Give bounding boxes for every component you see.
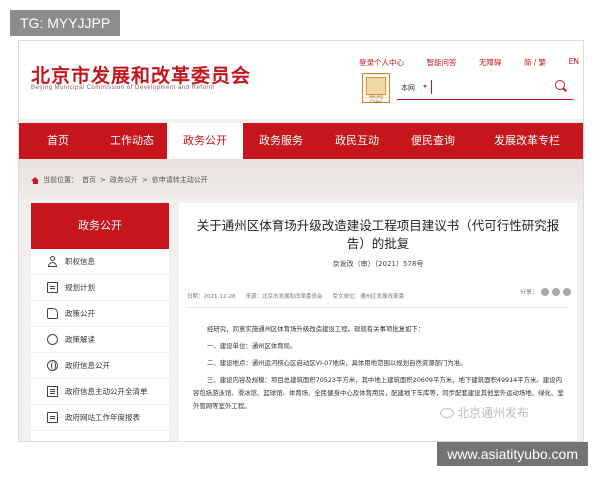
more-share-icon[interactable] [563,287,571,296]
article-meta: 日期：2021-12-28 来源：北京市发展和改革委员会 受文单位：通州区发展改… [187,289,569,303]
wechat-watermark-text: 北京通州发布 [457,406,530,420]
chevron-down-icon[interactable] [423,85,427,88]
breadcrumb-current[interactable]: 依申请转主动公开 [152,175,208,185]
search-scope-select[interactable]: 本网 [401,83,415,93]
sidebar-item-label: 政府信息公开 [65,361,110,370]
sidebar-item-label: 规划计划 [65,283,95,292]
search-bar: 本网 [397,77,573,100]
breadcrumb: 当前位置： 首页 > 政务公开 > 依申请转主动公开 [31,175,208,185]
top-links: 登录个人中心 智能问答 无障碍 简 / 繁 EN [359,57,579,68]
badge-emblem-icon [366,77,386,95]
article-paragraph: 二、建设地点：通州运河核心区启动区VI-07地块，具体用地范围以规划自然资源部门… [207,359,467,367]
document-icon [47,412,58,423]
login-link[interactable]: 登录个人中心 [359,57,404,68]
language-toggle-link[interactable]: 简 / 繁 [524,57,546,68]
nav-item-gov-services[interactable]: 政务服务 [243,123,319,159]
divider [187,307,569,308]
article-recipient: 受文单位：通州区发展改革委 [332,294,404,300]
person-icon [47,256,58,267]
article-doc-number: 京发改（审）〔2021〕578号 [332,260,424,268]
sidebar-item-label: 职权信息 [65,257,95,266]
sidebar-item-info-list[interactable]: 政府信息主动公开全清单 [31,379,169,405]
beijing-badge: Beijing China [362,73,390,104]
sidebar-item-policy-interpretation[interactable]: 政策解读 [31,327,169,353]
nav-item-interaction[interactable]: 政民互动 [319,123,395,159]
sidebar-item-label: 政策解读 [65,335,95,344]
list-icon [47,386,58,397]
breadcrumb-home[interactable]: 首页 [82,175,96,185]
chat-icon [47,334,58,345]
badge-caption: Beijing China [369,94,383,104]
wechat-share-icon[interactable] [541,287,549,296]
accessibility-link[interactable]: 无障碍 [479,57,502,68]
sidebar-item-gov-info[interactable]: 政府信息公开 [31,353,169,379]
sidebar-item-policy-publish[interactable]: 政策公开 [31,301,169,327]
site-logo-en: Beijing Municipal Commission of Developm… [31,85,215,91]
share-label: 分享： [519,289,538,296]
article-title: 关于通州区体育场升级改造建设工程项目建议书（代可行性研究报告）的批复 [196,218,560,251]
nav-item-work-news[interactable]: 工作动态 [97,123,167,159]
breadcrumb-separator: > [100,176,106,184]
watermark-tag: TG: MYYJJPP [10,10,121,36]
watermark-site: www.asiatityubo.com [437,442,588,466]
sidebar-item-annual-report[interactable]: 政府网站工作年度报表 [31,405,169,431]
browser-page: 北京市发展和改革委员会 Beijing Municipal Commission… [18,40,584,442]
breadcrumb-prefix: 当前位置： [43,176,78,184]
wechat-icon [440,407,454,418]
weibo-share-icon[interactable] [552,287,560,296]
nav-item-home[interactable]: 首页 [19,123,97,159]
nav-item-gov-affairs[interactable]: 政务公开 [167,123,243,159]
article-date: 日期：2021-12-28 [187,294,236,300]
qa-link[interactable]: 智能问答 [426,57,456,68]
sidebar-item-authority-info[interactable]: 职权信息 [31,249,169,275]
site-logo-cn[interactable]: 北京市发展和改革委员会 [31,61,251,88]
sidebar-item-label: 政府网站工作年度报表 [65,413,140,422]
sidebar-item-label: 政府信息主动公开全清单 [65,387,148,396]
sidebar-item-planning[interactable]: 规划计划 [31,275,169,301]
search-icon[interactable] [555,80,565,90]
nav-item-reform-column[interactable]: 发展改革专栏 [471,123,583,159]
breadcrumb-gov-affairs[interactable]: 政务公开 [110,175,138,185]
home-icon [31,176,39,184]
main-nav: 首页 工作动态 政务公开 政务服务 政民互动 便民查询 发展改革专栏 [19,123,583,159]
sidebar: 政务公开 职权信息 规划计划 政策公开 政策解读 政府信息公开 政府信息主动公开… [31,203,169,441]
article-paragraph: 一、建设单位：通州区体育局。 [207,342,297,350]
article-paragraph: 经研究，同意实施通州区体育场升级改造建设工程。现就有关事项批复如下： [207,325,425,333]
article-body: 经研究，同意实施通州区体育场升级改造建设工程。现就有关事项批复如下： 一、建设单… [193,323,565,417]
sidebar-item-label: 政策公开 [65,309,95,318]
english-link[interactable]: EN [569,57,579,68]
breadcrumb-separator: > [141,176,148,184]
nav-item-public-query[interactable]: 便民查询 [395,123,471,159]
wechat-watermark: 北京通州发布 [440,404,529,421]
thumb-icon [47,308,58,319]
document-icon [47,282,58,293]
share-bar: 分享： [520,287,571,296]
article-source: 来源：北京市发展和改革委员会 [245,294,323,300]
globe-icon [47,360,58,371]
search-input[interactable] [431,80,553,94]
site-header: 北京市发展和改革委员会 Beijing Municipal Commission… [19,41,583,119]
sidebar-title: 政务公开 [31,203,169,249]
